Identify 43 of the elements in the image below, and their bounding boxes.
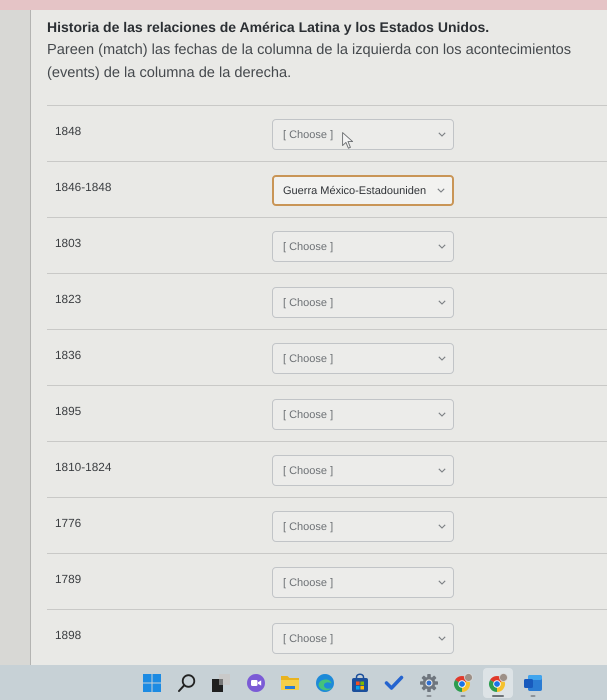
answer-dropdown[interactable]: [ Choose ] <box>272 119 454 150</box>
date-label: 1810-1824 <box>55 459 112 475</box>
chevron-icon <box>438 580 446 585</box>
date-label: 1836 <box>55 347 82 363</box>
answer-dropdown[interactable]: [ Choose ] <box>272 399 454 430</box>
date-label: 1823 <box>55 291 82 307</box>
date-label: 1789 <box>55 571 82 587</box>
question-instructions: Pareen (match) las fechas de la columna de la izquierda con los acontecimientos (events) de la columna de la derecha. <box>47 41 572 83</box>
checkmark-icon <box>384 672 404 692</box>
answer-dropdown[interactable]: Guerra México-Estadouniden <box>272 175 454 206</box>
browser-icon <box>453 672 474 692</box>
document-icon <box>522 672 543 692</box>
date-label: 1895 <box>55 403 82 419</box>
answer-dropdown[interactable]: [ Choose ] <box>272 287 454 318</box>
settings-icon <box>418 672 439 692</box>
chevron-icon <box>438 524 446 529</box>
answer-dropdown[interactable]: [ Choose ] <box>272 511 454 542</box>
answer-dropdown[interactable]: [ Choose ] <box>272 567 454 598</box>
video-chat-icon <box>246 672 266 692</box>
answer-dropdown[interactable]: [ Choose ] <box>272 623 454 654</box>
chevron-icon <box>438 412 446 417</box>
date-label: 1898 <box>55 627 82 643</box>
chevron-icon <box>438 468 446 473</box>
chevron-icon <box>438 244 446 249</box>
question-title: Historia de las relaciones de América Latina y los Estados Unidos. <box>47 18 490 37</box>
chevron-icon <box>438 132 446 137</box>
swirl-icon <box>314 672 335 692</box>
date-label: 1803 <box>55 235 82 251</box>
chevron-icon <box>438 356 446 361</box>
chevron-icon <box>438 636 446 641</box>
chevron-icon <box>437 188 445 193</box>
chevron-icon <box>438 300 446 305</box>
overlapping-squares-icon <box>211 672 232 692</box>
answer-dropdown[interactable]: [ Choose ] <box>272 343 454 374</box>
answer-dropdown[interactable]: [ Choose ] <box>272 231 454 262</box>
date-label: 1848 <box>55 123 82 139</box>
date-label: 1776 <box>55 515 82 531</box>
windows-logo-icon <box>142 672 162 692</box>
answer-dropdown[interactable]: [ Choose ] <box>272 455 454 486</box>
shopping-bag-icon <box>350 672 370 692</box>
date-label: 1846-1848 <box>55 179 112 195</box>
browser-icon <box>488 672 508 692</box>
search-icon <box>176 672 197 692</box>
